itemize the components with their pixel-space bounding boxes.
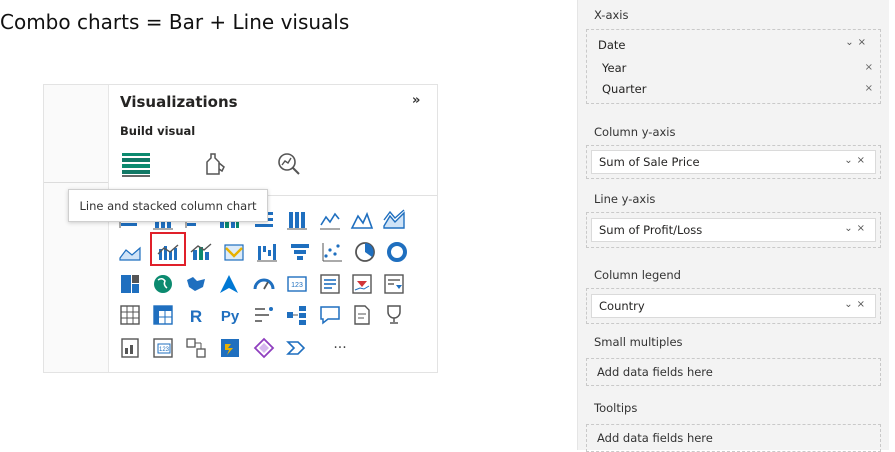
stacked-area-icon[interactable] [382, 208, 406, 232]
collapse-pane-button[interactable]: » [412, 93, 420, 108]
funnel-icon[interactable] [288, 240, 312, 264]
svg-text:R: R [190, 307, 202, 326]
multi-row-card-icon[interactable] [318, 272, 342, 296]
power-apps-icon[interactable] [252, 336, 276, 360]
treemap-icon[interactable] [118, 272, 142, 296]
chevron-down-icon[interactable]: ⌄ [844, 155, 856, 166]
scatter-chart-icon[interactable] [320, 240, 344, 264]
field-pill-date[interactable]: Date ⌄× [591, 33, 876, 57]
waterfall-icon[interactable] [255, 240, 279, 264]
table-icon[interactable] [118, 303, 142, 327]
remove-icon[interactable]: × [865, 62, 873, 73]
azure-map-icon[interactable] [217, 272, 241, 296]
canvas-edge [44, 85, 109, 372]
build-visual-label: Build visual [120, 124, 196, 138]
field-name: Date [598, 38, 626, 52]
metrics-icon[interactable]: 123 [151, 336, 175, 360]
format-visual-icon[interactable] [197, 147, 231, 181]
svg-text:Py: Py [221, 308, 240, 325]
ribbon-area-icon[interactable] [118, 240, 142, 264]
donut-chart-icon[interactable] [385, 240, 409, 264]
remove-icon[interactable]: × [857, 155, 869, 166]
r-script-icon[interactable]: R [184, 303, 208, 327]
svg-text:123: 123 [159, 347, 170, 353]
chevron-down-icon[interactable]: ⌄ [845, 37, 857, 48]
field-name: Sum of Profit/Loss [599, 223, 703, 237]
area-chart-icon[interactable] [350, 208, 374, 232]
chevron-down-icon[interactable]: ⌄ [844, 223, 856, 234]
ribbon-chart-icon[interactable] [222, 240, 246, 264]
remove-icon[interactable]: × [857, 299, 869, 310]
smart-narrative-icon[interactable] [350, 303, 374, 327]
line-chart-icon[interactable] [318, 208, 342, 232]
field-pill-sale-price[interactable]: Sum of Sale Price ⌄× [591, 150, 876, 174]
power-automate-icon[interactable] [218, 336, 242, 360]
small-multiples-label: Small multiples [594, 335, 683, 349]
hierarchy-item-quarter[interactable]: Quarter [602, 82, 646, 96]
chart-tooltip: Line and stacked column chart [68, 189, 268, 222]
canvas-divider [44, 182, 108, 183]
key-influencers-icon[interactable] [252, 303, 276, 327]
kpi-icon[interactable] [350, 272, 374, 296]
field-name: Sum of Sale Price [599, 155, 700, 169]
remove-icon[interactable]: × [857, 223, 869, 234]
paginated-report-icon[interactable] [118, 336, 142, 360]
tooltips-dropzone[interactable]: Add data fields here [586, 424, 881, 452]
chevron-down-icon[interactable]: ⌄ [844, 299, 856, 310]
hierarchy-item-year[interactable]: Year [602, 61, 626, 75]
column-100-icon[interactable] [285, 208, 309, 232]
paginated-visual-icon[interactable] [184, 336, 208, 360]
card-icon[interactable]: 123 [285, 272, 309, 296]
selected-visual-highlight [150, 232, 186, 266]
matrix-icon[interactable] [151, 303, 175, 327]
map-icon[interactable] [151, 272, 175, 296]
goals-icon[interactable] [382, 303, 406, 327]
x-axis-label: X-axis [594, 8, 629, 22]
visualizations-title: Visualizations [120, 93, 238, 111]
qa-icon[interactable] [318, 303, 342, 327]
analytics-icon[interactable] [272, 147, 306, 181]
line-y-axis-label: Line y-axis [594, 192, 656, 206]
line-clustered-column-icon[interactable] [189, 240, 213, 264]
small-multiples-dropzone[interactable]: Add data fields here [586, 358, 881, 386]
pie-chart-icon[interactable] [353, 240, 377, 264]
column-y-axis-label: Column y-axis [594, 125, 676, 139]
column-legend-label: Column legend [594, 268, 681, 282]
remove-icon[interactable]: × [858, 37, 870, 48]
slicer-icon[interactable] [382, 272, 406, 296]
python-script-icon[interactable]: Py [218, 303, 242, 327]
more-visuals-icon[interactable]: ··· [328, 336, 352, 360]
filled-map-icon[interactable] [184, 272, 208, 296]
build-visual-icon[interactable] [119, 147, 153, 181]
svg-text:123: 123 [291, 282, 303, 289]
decomposition-tree-icon[interactable] [285, 303, 309, 327]
power-automate-flow-icon[interactable] [285, 336, 309, 360]
remove-icon[interactable]: × [865, 83, 873, 94]
fields-pane: X-axis Date ⌄× Year × Quarter × Column y… [577, 0, 889, 452]
field-name: Country [599, 299, 645, 313]
page-title: Combo charts = Bar + Line visuals [0, 10, 350, 34]
gauge-icon[interactable] [252, 272, 276, 296]
tooltips-label: Tooltips [594, 401, 638, 415]
field-pill-country[interactable]: Country ⌄× [591, 294, 876, 318]
field-pill-profit-loss[interactable]: Sum of Profit/Loss ⌄× [591, 218, 876, 242]
